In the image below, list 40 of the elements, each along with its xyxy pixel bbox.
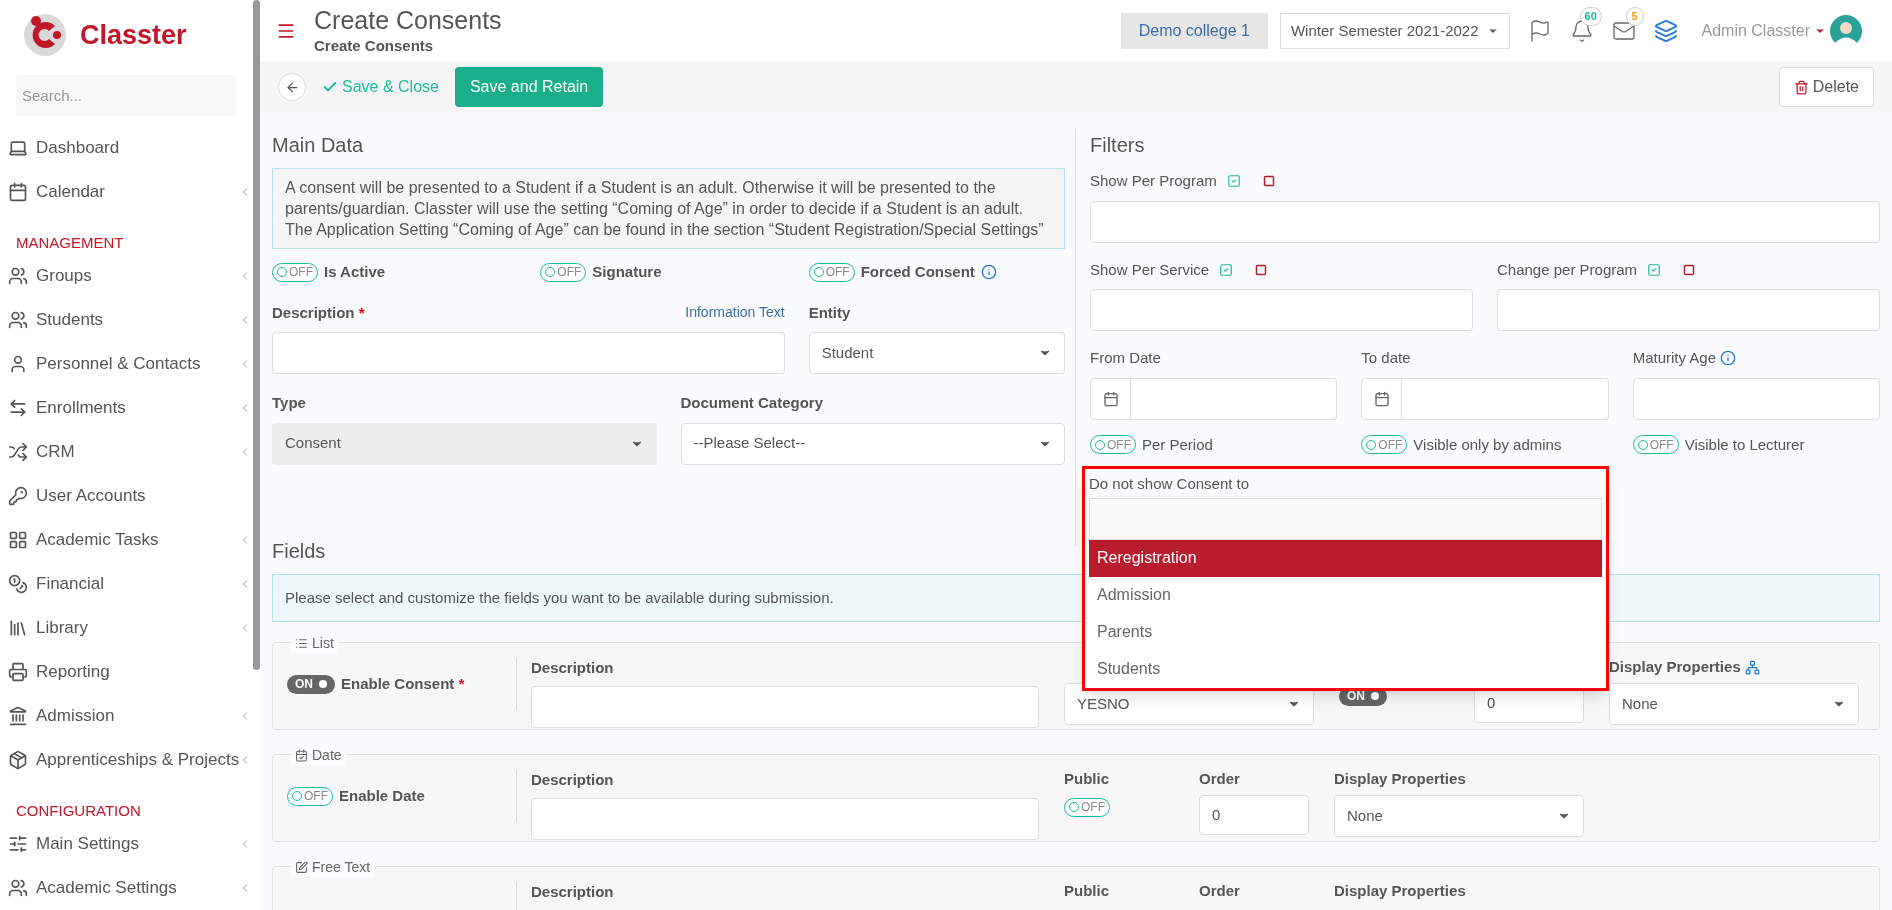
field-label: Show Per Program: [1090, 171, 1217, 191]
toggle-label: Enable Consent *: [341, 673, 465, 694]
field-label: To date: [1361, 348, 1412, 368]
toggle-label: Visible only by admins: [1413, 434, 1562, 455]
toggle-label: Visible to Lecturer: [1684, 434, 1805, 455]
section-title: Filters: [1090, 133, 1146, 158]
field-label: From Date: [1090, 348, 1162, 368]
field-label: Public: [1064, 768, 1109, 789]
message-count: 5: [1625, 7, 1644, 26]
field-label: Do not show Consent to: [1085, 469, 1606, 498]
field-label: Description: [531, 882, 615, 902]
field-label: Public: [1064, 880, 1109, 901]
notice-text: A consent will be presented to a Student if a Student is an adult. Otherwise it will be presented to the parents/guardian. Classter will use the setting “Coming of Age” in order to decide if a Student is an adult. The Application Setting “Coming of Age” can be found in the section “Student Registration/Special Settings”: [272, 168, 1065, 249]
section-heading: CONFIGURATION: [15, 801, 142, 821]
field-label: Type: [272, 393, 307, 413]
field-label: Document Category: [680, 393, 825, 413]
section-title: Main Data: [272, 133, 365, 158]
field-label: Display Properties: [1609, 656, 1741, 677]
field-label: Order: [1199, 880, 1240, 901]
toggle-label: Signature: [592, 262, 662, 282]
field-label: Change per Program: [1497, 259, 1638, 280]
logo-text: Classter: [80, 19, 187, 53]
toggle-label: Is Active: [324, 262, 386, 282]
section-title: Fields: [272, 539, 326, 564]
page-subtitle: Create Consents: [314, 35, 435, 56]
page-title: Create Consents: [314, 4, 503, 35]
field-label: Description *: [272, 302, 365, 323]
toggle-label: Per Period: [1142, 434, 1213, 455]
field-label: Entity: [808, 302, 852, 323]
field-label: Maturity Age: [1632, 348, 1717, 368]
field-label: Show Per Service: [1090, 259, 1210, 280]
notification-count: 60: [1579, 7, 1602, 26]
toggle-label: Forced Consent: [860, 262, 975, 282]
section-heading: MANAGEMENT: [15, 233, 125, 253]
field-label: Order: [1199, 768, 1240, 789]
field-label: Description: [531, 770, 615, 790]
field-label: Display Properties: [1334, 768, 1466, 789]
toggle-label: Enable Date: [339, 785, 425, 806]
field-label: Display Properties: [1334, 880, 1466, 901]
field-label: Description: [531, 658, 615, 678]
